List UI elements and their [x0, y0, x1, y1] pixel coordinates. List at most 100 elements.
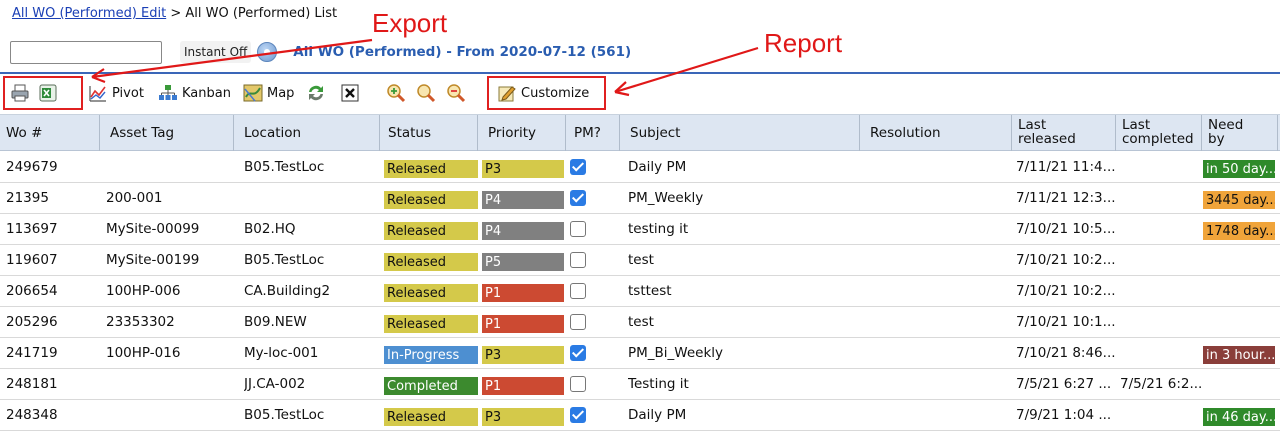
table-row[interactable]: 113697 MySite-00099 B02.HQ testing it 7/10/2…	[0, 214, 1280, 245]
location-cell: JJ.CA-002	[244, 376, 306, 392]
column-header-last-completed[interactable]: Last completed	[1116, 115, 1202, 151]
map-label: Map	[267, 85, 295, 101]
location-cell	[244, 183, 380, 213]
location-cell: B02.HQ	[244, 221, 296, 237]
clear-button[interactable]	[340, 80, 360, 106]
table-row[interactable]: 241719 100HP-016 My-loc-001 PM_Bi_Weekly 7/1…	[0, 338, 1280, 369]
search-row: Instant Off All WO (Performed) - From 20…	[10, 40, 631, 64]
refresh-button[interactable]	[306, 80, 326, 106]
export-excel-button[interactable]	[38, 80, 58, 106]
last-completed-cell	[1120, 276, 1202, 306]
pm-checkbox-unchecked[interactable]	[570, 283, 586, 299]
pivot-chart-icon	[88, 83, 108, 103]
kanban-button[interactable]: Kanban	[158, 80, 231, 106]
status-badge: Released	[384, 408, 478, 426]
pm-checkbox-unchecked[interactable]	[570, 376, 586, 392]
map-icon	[243, 83, 263, 103]
instant-toggle-button[interactable]: Instant Off	[180, 41, 252, 63]
pm-checkbox-unchecked[interactable]	[570, 314, 586, 330]
column-header-location[interactable]: Location	[234, 115, 380, 151]
status-badge: In-Progress	[384, 346, 478, 364]
table-row[interactable]: 248181 JJ.CA-002 Testing it 7/5/21 6:27 ...…	[0, 369, 1280, 400]
asset-tag-cell: MySite-00199	[106, 252, 200, 268]
subject-cell: test	[628, 252, 654, 268]
close-icon	[340, 83, 360, 103]
pm-checkbox-checked[interactable]	[570, 407, 586, 423]
last-released-line1: Last	[1018, 117, 1047, 133]
breadcrumb-edit-link[interactable]: All WO (Performed) Edit	[12, 6, 166, 21]
table-row[interactable]: 249679 B05.TestLoc Daily PM 7/11/21 11:4...…	[0, 152, 1280, 183]
zoom-out-button[interactable]	[446, 80, 466, 106]
table-row[interactable]: 119607 MySite-00199 B05.TestLoc test 7/10/21…	[0, 245, 1280, 276]
last-completed-cell	[1120, 245, 1202, 275]
pm-checkbox-unchecked[interactable]	[570, 252, 586, 268]
search-input[interactable]	[10, 40, 162, 64]
pm-checkbox-checked[interactable]	[570, 345, 586, 361]
pm-checkbox-checked[interactable]	[570, 190, 586, 206]
wo-cell: 241719	[6, 345, 58, 361]
pm-checkbox-unchecked[interactable]	[570, 221, 586, 237]
customize-button[interactable]: Customize	[497, 80, 589, 106]
status-badge: Released	[384, 253, 478, 271]
column-header-resolution[interactable]: Resolution	[860, 115, 1012, 151]
need-by-badge: in 46 day...	[1203, 408, 1275, 426]
location-cell: B05.TestLoc	[244, 159, 325, 175]
column-header-need-by[interactable]: Need by	[1202, 115, 1278, 151]
table-row[interactable]: 206654 100HP-006 CA.Building2 tsttest 7/10/2…	[0, 276, 1280, 307]
last-released-cell: 7/11/21 12:3...	[1016, 190, 1116, 206]
customize-label: Customize	[521, 85, 590, 101]
zoom-button[interactable]	[416, 80, 436, 106]
column-header-priority[interactable]: Priority	[478, 115, 566, 151]
table-row[interactable]: 205296 23353302 B09.NEW test 7/10/21 10:1...…	[0, 307, 1280, 338]
subject-cell: Testing it	[628, 376, 689, 392]
column-header-last-released[interactable]: Last released	[1012, 115, 1116, 151]
last-completed-line2: completed	[1122, 131, 1194, 147]
priority-badge: P4	[482, 191, 564, 209]
column-header-wo[interactable]: Wo #	[0, 115, 100, 151]
last-released-cell: 7/9/21 1:04 ...	[1016, 407, 1112, 423]
location-cell: B09.NEW	[244, 314, 307, 330]
column-header-subject[interactable]: Subject	[620, 115, 860, 151]
list-title: All WO (Performed) - From 2020-07-12 (56…	[293, 44, 632, 60]
priority-badge: P4	[482, 222, 564, 240]
magnifier-minus-icon	[446, 83, 466, 103]
last-completed-cell	[1120, 400, 1202, 430]
zoom-in-button[interactable]	[386, 80, 406, 106]
pivot-button[interactable]: Pivot	[88, 80, 144, 106]
column-header-asset-tag[interactable]: Asset Tag	[100, 115, 234, 151]
last-released-cell: 7/10/21 10:1...	[1016, 314, 1116, 330]
resolution-cell	[868, 338, 1012, 368]
printer-icon	[10, 83, 30, 103]
status-badge: Released	[384, 315, 478, 333]
status-badge: Released	[384, 191, 478, 209]
wo-cell: 119607	[6, 252, 58, 268]
location-cell: B05.TestLoc	[244, 407, 325, 423]
last-released-cell: 7/11/21 11:4...	[1016, 159, 1116, 175]
map-button[interactable]: Map	[243, 80, 294, 106]
breadcrumb-current: All WO (Performed) List	[185, 6, 338, 21]
priority-badge: P3	[482, 346, 564, 364]
table-header: Wo # Asset Tag Location Status Priority …	[0, 114, 1280, 151]
priority-badge: P3	[482, 160, 564, 178]
column-header-pm[interactable]: PM?	[566, 115, 620, 151]
customize-pencil-icon	[497, 83, 517, 103]
last-released-cell: 7/10/21 10:2...	[1016, 283, 1116, 299]
priority-badge: P1	[482, 315, 564, 333]
pm-checkbox-checked[interactable]	[570, 159, 586, 175]
priority-badge: P1	[482, 377, 564, 395]
kanban-label: Kanban	[182, 85, 231, 101]
print-button[interactable]	[10, 80, 30, 106]
table-row[interactable]: 248348 B05.TestLoc Daily PM 7/9/21 1:04 ...…	[0, 400, 1280, 431]
status-badge: Released	[384, 222, 478, 240]
export-annotation: Export	[372, 8, 448, 38]
asset-tag-cell: MySite-00099	[106, 221, 200, 237]
help-icon[interactable]	[257, 42, 278, 62]
asset-tag-cell: 200-001	[106, 190, 163, 206]
need-by-line1: Need	[1208, 117, 1244, 133]
excel-icon	[38, 83, 58, 103]
column-header-status[interactable]: Status	[380, 115, 478, 151]
wo-cell: 248348	[6, 407, 58, 423]
last-completed-line1: Last	[1122, 117, 1151, 133]
table-row[interactable]: 21395 200-001 PM_Weekly 7/11/21 12:3... Rele…	[0, 183, 1280, 214]
wo-cell: 248181	[6, 376, 58, 392]
